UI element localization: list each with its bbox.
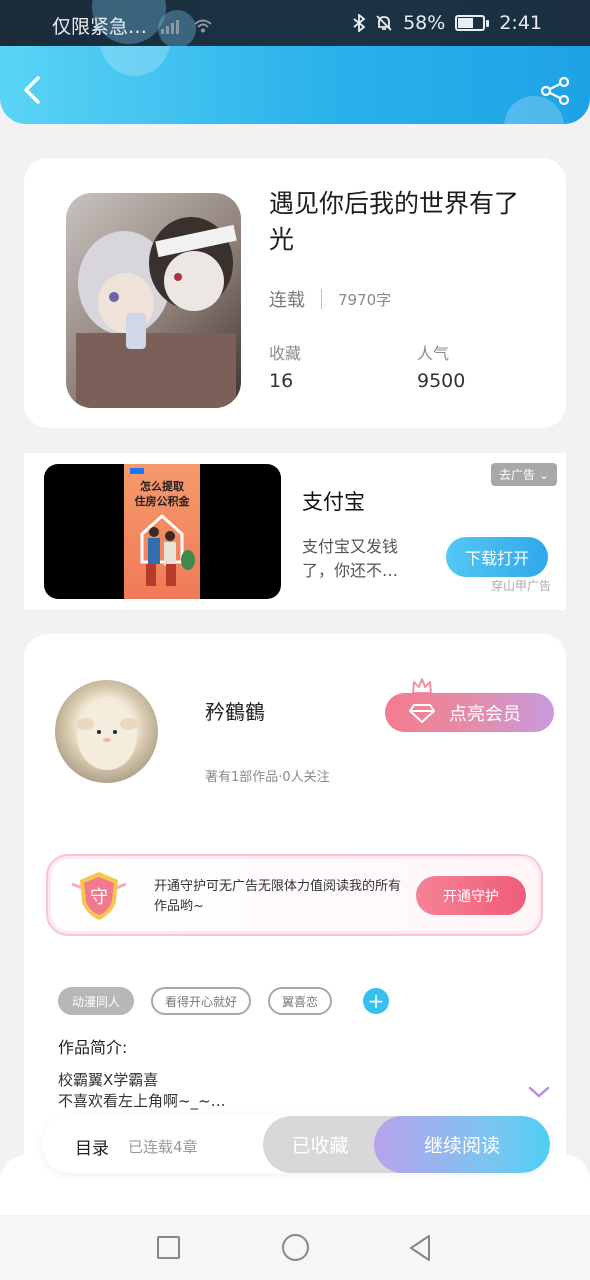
divider [321, 289, 322, 309]
tag-item[interactable]: 动漫同人 [58, 987, 135, 1015]
svg-text:守: 守 [90, 887, 108, 908]
vip-button[interactable]: 点亮会员 [385, 693, 554, 732]
nav-back-icon[interactable] [407, 1233, 433, 1263]
remove-ad-label: 去广告 [498, 468, 535, 482]
expand-chevron-icon[interactable] [528, 1085, 550, 1099]
wifi-icon [194, 19, 212, 32]
popularity-value: 9500 [417, 370, 466, 392]
share-icon[interactable] [540, 76, 570, 106]
guard-text: 开通守护可无广告无限体力值阅读我的所有作品哟~ [154, 879, 402, 914]
favorites-label: 收藏 [269, 344, 302, 363]
book-status-row: 连载 7970字 [269, 286, 391, 312]
ad-description: 支付宝又发钱了，你还不… [302, 537, 399, 580]
ad-banner[interactable]: 怎么提取 住房公积金 去广告 ⌄ 支付宝 支付宝又发钱了，你还不… 下载打开 穿… [24, 453, 566, 610]
bluetooth-icon [353, 14, 366, 32]
author-name[interactable]: 矜鶴鶴 [205, 696, 265, 725]
author-meta: 著有1部作品·0人关注 [205, 770, 330, 785]
guard-button[interactable]: 开通守护 [416, 876, 526, 915]
decor-bubble [100, 46, 170, 76]
battery-icon [455, 15, 490, 31]
svg-text:怎么提取: 怎么提取 [140, 479, 184, 493]
intro-line: 校霸翼X学霸喜 [58, 1071, 159, 1089]
recent-apps-icon[interactable] [157, 1236, 180, 1259]
status-bar: 仅限紧急… 58% 2:41 [0, 0, 590, 46]
back-arrow-icon[interactable] [18, 74, 48, 106]
book-title: 遇见你后我的世界有了光 [269, 189, 520, 254]
tag-item[interactable]: 翼喜恋 [268, 987, 333, 1015]
signal-icon [161, 18, 180, 34]
book-cover-image[interactable] [66, 193, 241, 408]
ad-title: 支付宝 [302, 490, 365, 514]
intro-label: 作品简介: [58, 1038, 128, 1057]
chevron-down-icon: ⌄ [538, 467, 550, 482]
word-count: 7970字 [338, 290, 392, 309]
guard-promo: 守 开通守护可无广告无限体力值阅读我的所有作品哟~ 开通守护 [46, 854, 543, 936]
tag-list: 动漫同人 看得开心就好 翼喜恋 + [58, 987, 390, 1015]
plus-icon: + [367, 989, 385, 1013]
chapter-count: 已连载4章 [128, 1138, 198, 1156]
ad-source: 穿山甲广告 [491, 579, 552, 593]
intro-text: 校霸翼X学霸喜 不喜欢看左上角啊~_~… [58, 1070, 478, 1112]
carrier-label: 仅限紧急… [52, 16, 148, 38]
clock: 2:41 [499, 12, 542, 34]
svg-text:住房公积金: 住房公积金 [135, 494, 191, 508]
shield-icon: 守 [71, 872, 127, 920]
ad-image[interactable]: 怎么提取 住房公积金 [44, 464, 281, 599]
book-info-card: 遇见你后我的世界有了光 连载 7970字 收藏 16 人气 9500 [24, 158, 566, 428]
ad-download-button[interactable]: 下载打开 [446, 537, 548, 577]
vip-button-label: 点亮会员 [449, 703, 521, 725]
serial-status: 连载 [269, 290, 305, 311]
continue-reading-button[interactable]: 继续阅读 [374, 1116, 550, 1173]
remove-ad-button[interactable]: 去广告 ⌄ [491, 463, 557, 486]
intro-line: 不喜欢看左上角啊~_~… [58, 1092, 226, 1110]
system-nav-bar [0, 1215, 590, 1280]
mute-bell-icon [376, 15, 392, 31]
top-bar [0, 46, 590, 124]
ad-poster: 怎么提取 住房公积金 [124, 464, 200, 599]
favorite-button-label: 已收藏 [291, 1135, 349, 1157]
toc-button[interactable]: 目录 [75, 1134, 109, 1159]
add-tag-button[interactable]: + [363, 988, 390, 1014]
tag-item[interactable]: 看得开心就好 [151, 987, 252, 1015]
home-icon[interactable] [282, 1234, 309, 1261]
avatar[interactable] [55, 680, 158, 783]
favorites-value: 16 [269, 370, 294, 392]
popularity-label: 人气 [417, 344, 450, 363]
diamond-icon [409, 703, 435, 723]
action-bar: 目录 已连载4章 已收藏 继续阅读 [42, 1116, 550, 1173]
battery-percent: 58% [403, 12, 446, 34]
